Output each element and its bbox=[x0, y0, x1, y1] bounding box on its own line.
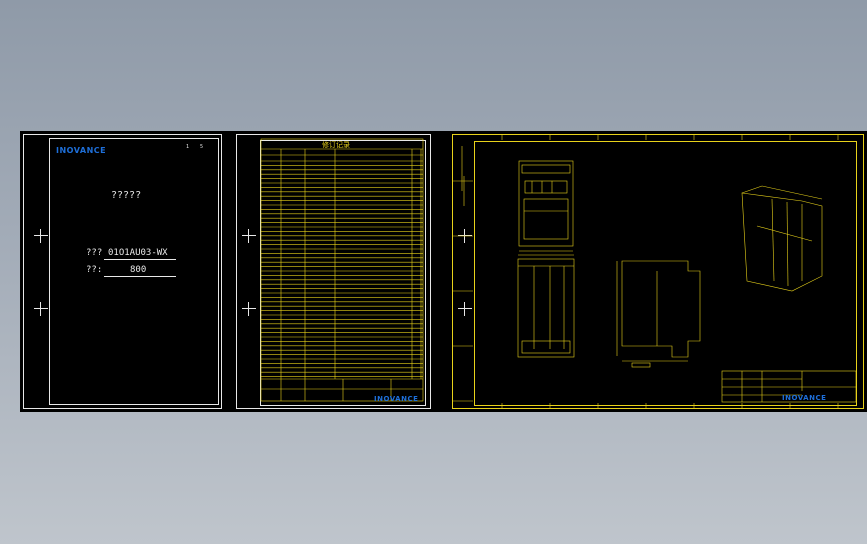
cover-qty-underline bbox=[104, 276, 176, 277]
revision-logo: INOVANCE bbox=[374, 395, 419, 403]
cover-logo: INOVANCE bbox=[56, 146, 107, 155]
drawing-logo: INOVANCE bbox=[782, 394, 827, 402]
revision-left-cross-bottom bbox=[242, 302, 256, 316]
cover-code-underline bbox=[104, 259, 176, 260]
cover-page-mark-2: 5 bbox=[200, 144, 204, 150]
revision-table bbox=[260, 138, 424, 402]
bottom-view bbox=[517, 254, 575, 358]
cover-code-value: 01O1AU03-WX bbox=[108, 248, 168, 258]
cover-sheet bbox=[23, 134, 222, 409]
cover-left-cross-bottom bbox=[34, 302, 48, 316]
front-view bbox=[518, 160, 574, 252]
cover-title: ????? bbox=[111, 190, 142, 201]
cad-drawing-canvas[interactable]: INOVANCE 1 5 ????? ??? 01O1AU03-WX ??: 8… bbox=[20, 131, 867, 412]
drawing-linework bbox=[453, 134, 857, 409]
cover-page-mark-1: 1 bbox=[186, 144, 190, 150]
isometric-view bbox=[741, 185, 823, 292]
side-view bbox=[616, 260, 701, 368]
cover-code-label: ??? bbox=[86, 248, 103, 258]
cover-left-cross-top bbox=[34, 229, 48, 243]
revision-left-cross-top bbox=[242, 229, 256, 243]
cover-qty-value: 800 bbox=[130, 265, 147, 275]
cover-qty-label: ??: bbox=[86, 265, 103, 275]
